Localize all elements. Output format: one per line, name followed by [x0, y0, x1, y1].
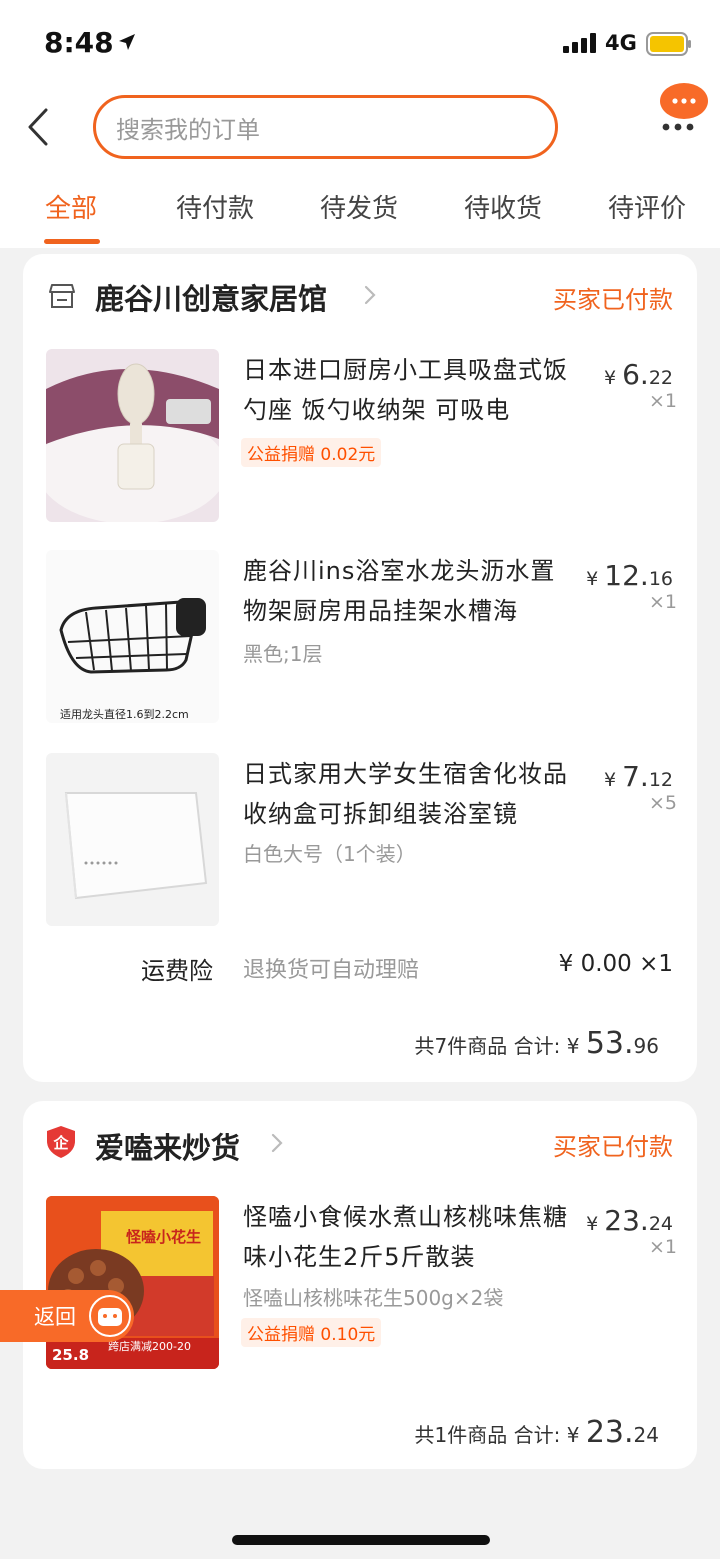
- tab-all[interactable]: 全部: [45, 188, 97, 225]
- order-card[interactable]: 企 爱嗑来炒货 买家已付款 怪嗑小花生 25.8 跨店满减200-20 怪嗑小食…: [23, 1101, 697, 1469]
- shipping-insurance-price: ¥ 0.00 ×1: [558, 951, 673, 977]
- search-placeholder: 搜索我的订单: [116, 115, 260, 144]
- charity-tag: 公益捐赠 0.10元: [241, 1318, 382, 1347]
- store-icon: [49, 284, 75, 308]
- order-total: 共1件商品 合计: ¥ 23.24: [414, 1415, 659, 1450]
- search-input[interactable]: 搜索我的订单: [93, 95, 558, 159]
- location-arrow-icon: [119, 34, 135, 50]
- order-total: 共7件商品 合计: ¥ 53.96: [414, 1026, 659, 1061]
- enterprise-badge-icon: 企: [47, 1126, 75, 1158]
- product-sku: 怪嗑山核桃味花生500g×2袋: [243, 1286, 504, 1310]
- thumb-text: 怪嗑小花生: [126, 1228, 202, 1246]
- product-price: ¥ 12.16: [586, 559, 673, 592]
- floating-back-label: 返回: [34, 1305, 76, 1329]
- back-chevron-icon[interactable]: [24, 106, 54, 148]
- charity-tag: 公益捐赠 0.02元: [241, 438, 382, 467]
- order-status: 买家已付款: [553, 1133, 673, 1161]
- product-sku: 白色大号（1个装）: [243, 842, 416, 866]
- thumb-text: 跨店满减200-20: [108, 1340, 191, 1353]
- tab-pending-receipt[interactable]: 待收货: [464, 188, 542, 225]
- status-time: 8:48: [44, 26, 114, 59]
- product-image-rice-paddle-holder[interactable]: [46, 349, 219, 522]
- product-title[interactable]: 怪嗑小食候水煮山核桃味焦糖味小花生2斤5斤散装: [243, 1197, 578, 1277]
- tab-pending-review[interactable]: 待评价: [608, 188, 686, 225]
- active-tab-indicator: [44, 239, 100, 244]
- shipping-insurance-desc: 退换货可自动理赔: [243, 958, 420, 983]
- product-image-peanuts[interactable]: 怪嗑小花生 25.8 跨店满减200-20: [46, 1196, 219, 1369]
- product-quantity: ×1: [648, 390, 677, 412]
- product-title[interactable]: 日式家用大学女生宿舍化妆品收纳盒可拆卸组装浴室镜: [243, 754, 578, 834]
- thumb-caption: 适用龙头直径1.6到2.2cm: [60, 708, 189, 721]
- thumb-text: 25.8: [52, 1346, 90, 1364]
- product-image-sink-rack[interactable]: 适用龙头直径1.6到2.2cm: [46, 550, 219, 723]
- tab-pending-payment[interactable]: 待付款: [176, 188, 254, 225]
- product-sku: 黑色;1层: [243, 642, 323, 666]
- sink-rack-drawing: [59, 598, 206, 674]
- shipping-insurance-label: 运费险: [141, 957, 213, 985]
- product-price: ¥ 7.12: [603, 760, 673, 793]
- product-price: ¥ 23.24: [586, 1204, 673, 1237]
- signal-icon: [563, 33, 596, 53]
- product-image-storage-box[interactable]: [46, 753, 219, 926]
- product-quantity: ×1: [648, 591, 677, 613]
- shop-name[interactable]: 爱嗑来炒货: [95, 1125, 240, 1167]
- more-menu-icon[interactable]: [657, 82, 709, 138]
- chevron-right-icon: [364, 285, 376, 305]
- product-price: ¥ 6.22: [603, 358, 673, 391]
- product-title[interactable]: 日本进口厨房小工具吸盘式饭勺座 饭勺收纳架 可吸电: [243, 350, 578, 430]
- order-status: 买家已付款: [553, 286, 673, 314]
- svg-text:企: 企: [52, 1134, 69, 1152]
- battery-icon: [646, 32, 691, 56]
- network-type: 4G: [605, 31, 637, 55]
- floating-back-button[interactable]: 返回: [0, 1290, 134, 1342]
- product-quantity: ×1: [648, 1236, 677, 1258]
- home-indicator[interactable]: [232, 1535, 490, 1545]
- tab-pending-shipment[interactable]: 待发货: [320, 188, 398, 225]
- order-card[interactable]: 鹿谷川创意家居馆 买家已付款 日本进口厨房小工具吸盘式饭勺座 饭勺收纳架 可吸电…: [23, 254, 697, 1082]
- mascot-icon: [89, 1295, 131, 1337]
- product-quantity: ×5: [648, 792, 677, 814]
- shop-name[interactable]: 鹿谷川创意家居馆: [95, 276, 327, 318]
- product-title[interactable]: 鹿谷川ins浴室水龙头沥水置物架厨房用品挂架水槽海: [243, 551, 578, 631]
- chevron-right-icon: [271, 1133, 283, 1153]
